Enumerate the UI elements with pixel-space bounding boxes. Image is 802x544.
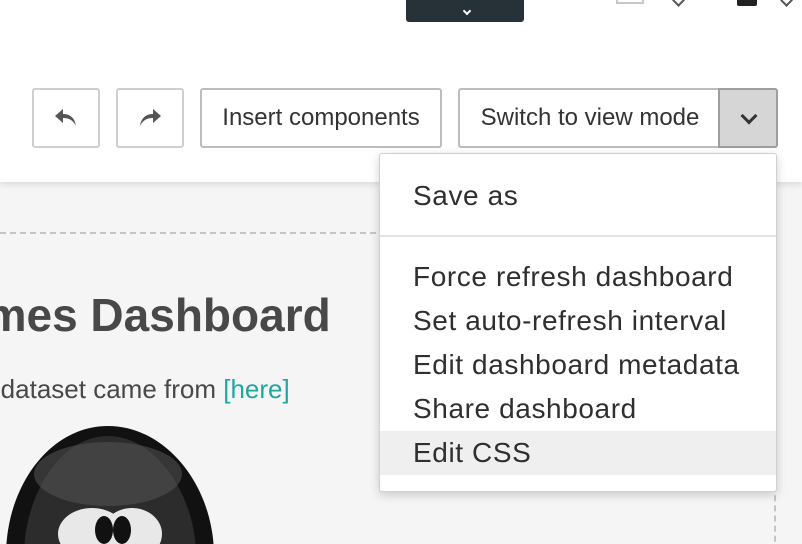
redo-icon bbox=[140, 109, 161, 126]
menu-item-auto-refresh[interactable]: Set auto-refresh interval bbox=[380, 299, 776, 343]
dashboard-title: ames Dashboard bbox=[0, 289, 331, 341]
dashboard-editor: Insert components Switch to view mode am… bbox=[0, 0, 802, 544]
menu-item-edit-metadata[interactable]: Edit dashboard metadata bbox=[380, 343, 776, 387]
caret-down-icon bbox=[462, 6, 472, 16]
switch-view-mode-button[interactable]: Switch to view mode bbox=[458, 88, 720, 148]
source-link[interactable]: [here] bbox=[223, 374, 290, 404]
menu-item-force-refresh[interactable]: Force refresh dashboard bbox=[380, 255, 776, 299]
menu-divider bbox=[380, 235, 776, 237]
undo-button[interactable] bbox=[32, 88, 100, 148]
penguin-image bbox=[6, 426, 214, 544]
menu-item-save-as[interactable]: Save as bbox=[380, 174, 776, 218]
dashboard-subtitle: ce dataset came from [here] bbox=[0, 374, 290, 405]
chevron-down-icon[interactable] bbox=[780, 0, 793, 7]
menu-item-share[interactable]: Share dashboard bbox=[380, 387, 776, 431]
undo-icon bbox=[55, 109, 76, 126]
actions-dropdown-menu: Save as Force refresh dashboard Set auto… bbox=[379, 153, 777, 492]
user-icon[interactable] bbox=[737, 0, 757, 6]
chevron-down-icon bbox=[740, 107, 758, 125]
chevron-down-icon[interactable] bbox=[672, 0, 685, 7]
subtitle-text: ce dataset came from bbox=[0, 374, 216, 404]
redo-button[interactable] bbox=[116, 88, 184, 148]
navbar-new-button[interactable] bbox=[406, 0, 524, 22]
menu-item-edit-css[interactable]: Edit CSS bbox=[380, 431, 776, 475]
flag-icon[interactable] bbox=[616, 0, 644, 4]
actions-dropdown-toggle[interactable] bbox=[718, 88, 778, 148]
insert-components-button[interactable]: Insert components bbox=[200, 88, 442, 148]
